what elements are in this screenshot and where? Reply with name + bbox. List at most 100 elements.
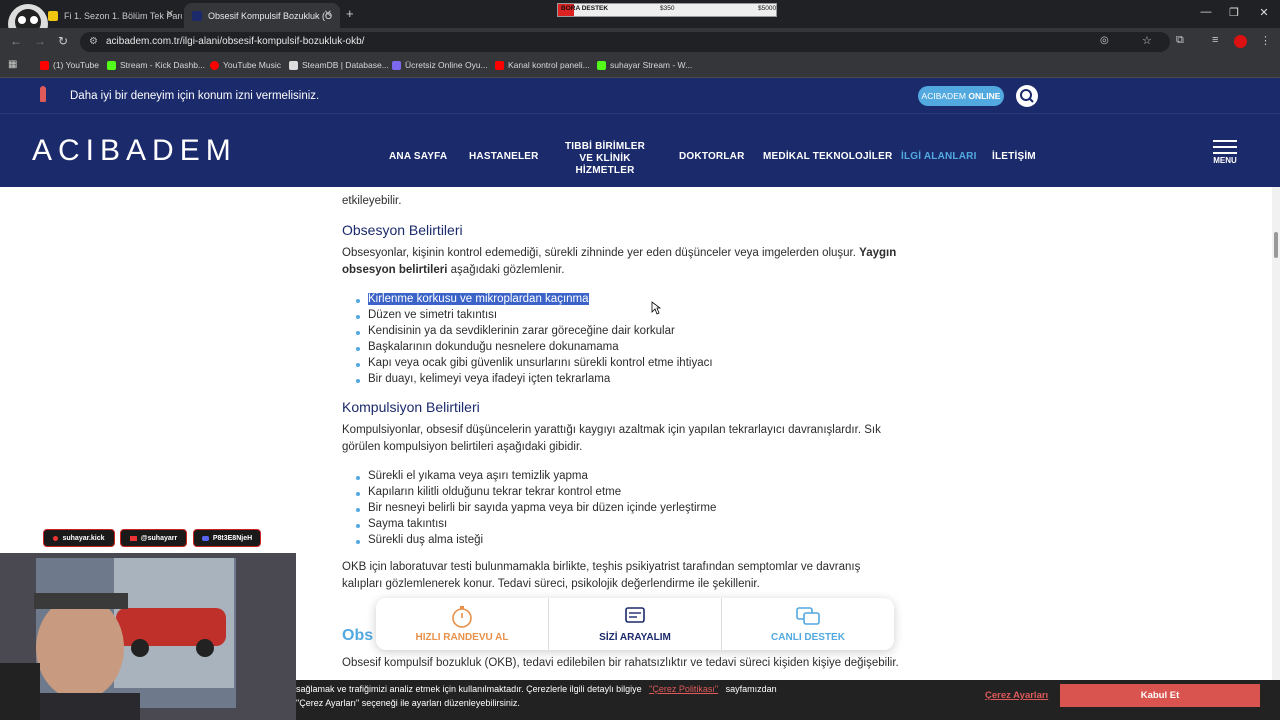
tab-title: Obsesif Kompulsif Bozukluk (O: [208, 10, 333, 21]
selected-text[interactable]: Kirlenme korkusu ve mikroplardan kaçınma: [368, 293, 589, 305]
reload-icon[interactable]: ↻: [58, 34, 68, 48]
maximize-icon[interactable]: ❐: [1224, 6, 1244, 19]
bookmark-youtube[interactable]: (1) YouTube: [40, 60, 99, 70]
close-tab-icon[interactable]: ✕: [166, 9, 174, 20]
scrollbar-thumb[interactable]: [1274, 232, 1278, 258]
list-item: Kirlenme korkusu ve mikroplardan kaçınma: [356, 293, 589, 305]
youtube-icon: [129, 535, 137, 541]
eye-off-icon[interactable]: ◎: [1100, 35, 1109, 46]
list-item: Sürekli duş alma isteği: [355, 534, 484, 546]
cookie-text-line2: "Çerez Ayarları" seçeneği ile ayarları d…: [296, 698, 520, 708]
bookmark-channel-panel[interactable]: Kanal kontrol paneli...: [495, 60, 590, 70]
diagnosis-paragraph: OKB için laboratuvar testi bulunmamakla …: [342, 561, 861, 590]
list-item: Sayma takıntısı: [355, 518, 448, 530]
search-button[interactable]: [1016, 85, 1038, 107]
section-title-obsesyon: Obsesyon Belirtileri: [342, 222, 463, 238]
close-window-icon[interactable]: ✕: [1254, 6, 1274, 19]
chat-icon: [796, 607, 820, 625]
apps-grid-icon[interactable]: ▦: [8, 59, 17, 70]
social-tag-youtube: @suhayarr: [120, 529, 187, 547]
cookie-settings-link[interactable]: Çerez Ayarları: [985, 690, 1048, 701]
location-notice-bar: Daha iyi bir deneyim için konum izni ver…: [0, 78, 1280, 113]
cookie-policy-link[interactable]: "Çerez Politikası": [649, 684, 718, 694]
nav-ana-sayfa[interactable]: ANA SAYFA: [389, 151, 447, 162]
close-tab-icon[interactable]: ✕: [324, 9, 332, 20]
acibadem-online-button[interactable]: ACIBADEM ONLINE: [918, 86, 1004, 106]
forward-icon[interactable]: →: [34, 34, 46, 48]
social-tag-kick: suhayar.kick: [43, 529, 115, 547]
live-support-button[interactable]: CANLI DESTEK: [722, 598, 894, 650]
kick-icon: [597, 60, 606, 70]
search-icon: [1020, 89, 1034, 103]
hamburger-icon: [1213, 140, 1237, 154]
kebab-menu-icon[interactable]: ⋮: [1260, 34, 1271, 47]
call-me-label: SİZİ ARAYALIM: [599, 632, 671, 643]
youtube-icon: [495, 60, 504, 70]
bookmark-kick[interactable]: Stream - Kick Dashb...: [107, 60, 205, 70]
location-pin-icon: [40, 86, 46, 102]
social-tag-discord: P8t3E8NjeH: [193, 529, 261, 547]
list-item: Kapı veya ocak gibi güvenlik unsurlarını…: [356, 357, 713, 369]
page-scrollbar[interactable]: [1272, 187, 1280, 680]
youtube-music-icon: [210, 60, 219, 70]
nav-tibbi-birimler[interactable]: TIBBİ BİRİMLER VE KLİNİK HİZMETLER: [556, 141, 654, 177]
quick-appointment-label: HIZLI RANDEVU AL: [415, 632, 509, 643]
tab-acibadem[interactable]: Obsesif Kompulsif Bozukluk (O ✕: [184, 3, 340, 28]
site-info-icon[interactable]: ⚙: [89, 32, 98, 52]
media-icon[interactable]: ≡: [1212, 34, 1218, 46]
section-title-partial: Obs: [342, 627, 374, 644]
bookmark-kick-stream[interactable]: suhayar Stream - W...: [597, 60, 692, 70]
acibadem-logo[interactable]: ACIBADEM: [32, 134, 237, 168]
bookmark-steamdb[interactable]: SteamDB | Database...: [289, 60, 389, 70]
live-support-label: CANLI DESTEK: [771, 632, 845, 643]
url-field[interactable]: ⚙ acibadem.com.tr/ilgi-alani/obsesif-kom…: [80, 32, 1170, 52]
steamdb-icon: [289, 60, 298, 70]
section-intro-kompulsiyon: Kompulsiyonlar, obsesif düşüncelerin yar…: [342, 424, 881, 453]
stopwatch-icon: [452, 606, 472, 628]
nav-ilgi-alanlari[interactable]: İLGİ ALANLARI: [901, 151, 977, 162]
bookmarks-bar: ▦ (1) YouTube Stream - Kick Dashb... You…: [0, 56, 1280, 78]
bookmark-youtube-music[interactable]: YouTube Music: [210, 60, 281, 70]
donation-goal: $5000: [758, 5, 777, 12]
nav-medikal-teknolojiler[interactable]: MEDİKAL TEKNOLOJİLER: [763, 151, 892, 162]
online-suffix: ONLINE: [968, 91, 1001, 101]
call-me-button[interactable]: SİZİ ARAYALIM: [549, 598, 721, 650]
list-item: Sürekli el yıkama veya aşırı temizlik ya…: [356, 470, 588, 482]
acibadem-favicon-icon: [192, 10, 202, 21]
quick-appointment-button[interactable]: HIZLI RANDEVU AL: [376, 598, 548, 650]
nav-hastaneler[interactable]: HASTANELER: [469, 151, 539, 162]
kick-icon: [107, 60, 116, 70]
paragraph-fragment: etkileyebilir.: [342, 195, 402, 207]
tab-favicon-icon: [48, 10, 58, 21]
mouse-cursor-icon: [651, 301, 661, 315]
donation-bar: BORA DESTEK $350 $5000: [557, 3, 777, 17]
new-tab-button[interactable]: +: [346, 6, 354, 21]
bookmark-online-games[interactable]: Ücretsiz Online Oyu...: [392, 60, 488, 70]
quick-actions-widget: HIZLI RANDEVU AL SİZİ ARAYALIM CANLI DES…: [376, 598, 894, 650]
donation-current: $350: [660, 5, 675, 12]
accept-cookies-button[interactable]: Kabul Et: [1060, 684, 1260, 707]
list-item: Kapıların kilitli olduğunu tekrar tekrar…: [355, 486, 622, 498]
nav-iletisim[interactable]: İLETİŞİM: [992, 151, 1036, 162]
donation-label: BORA DESTEK: [561, 5, 609, 12]
url-text: acibadem.com.tr/ilgi-alani/obsesif-kompu…: [106, 36, 365, 47]
extensions-icon[interactable]: ⧉: [1176, 34, 1184, 47]
list-item: Bir duayı, kelimeyi veya ifadeyi içten t…: [355, 373, 611, 385]
minimize-icon[interactable]: —: [1196, 6, 1216, 18]
webcam-overlay: [0, 553, 296, 720]
back-icon[interactable]: ←: [10, 34, 22, 48]
menu-label: MENU: [1213, 156, 1237, 165]
bottom-paragraph: Obsesif kompulsif bozukluk (OKB), tedavi…: [342, 657, 899, 669]
address-bar: ← → ↻ ⚙ acibadem.com.tr/ilgi-alani/obses…: [0, 28, 1280, 56]
tab-video[interactable]: Fi 1. Sezon 1. Bölüm Tek Parça | ✕: [40, 3, 182, 28]
kick-icon: [53, 535, 59, 541]
discord-icon: [201, 535, 209, 541]
webcam-feed: [0, 553, 296, 720]
tab-title: Fi 1. Sezon 1. Bölüm Tek Parça |: [64, 10, 182, 21]
cookie-text-line1: sağlamak ve trafiğimizi analiz etmek içi…: [296, 684, 777, 694]
star-icon[interactable]: ☆: [1142, 34, 1152, 47]
menu-button[interactable]: MENU: [1211, 138, 1239, 168]
nav-doktorlar[interactable]: DOKTORLAR: [679, 151, 745, 162]
record-extension-icon[interactable]: [1234, 35, 1247, 48]
youtube-icon: [40, 60, 49, 70]
